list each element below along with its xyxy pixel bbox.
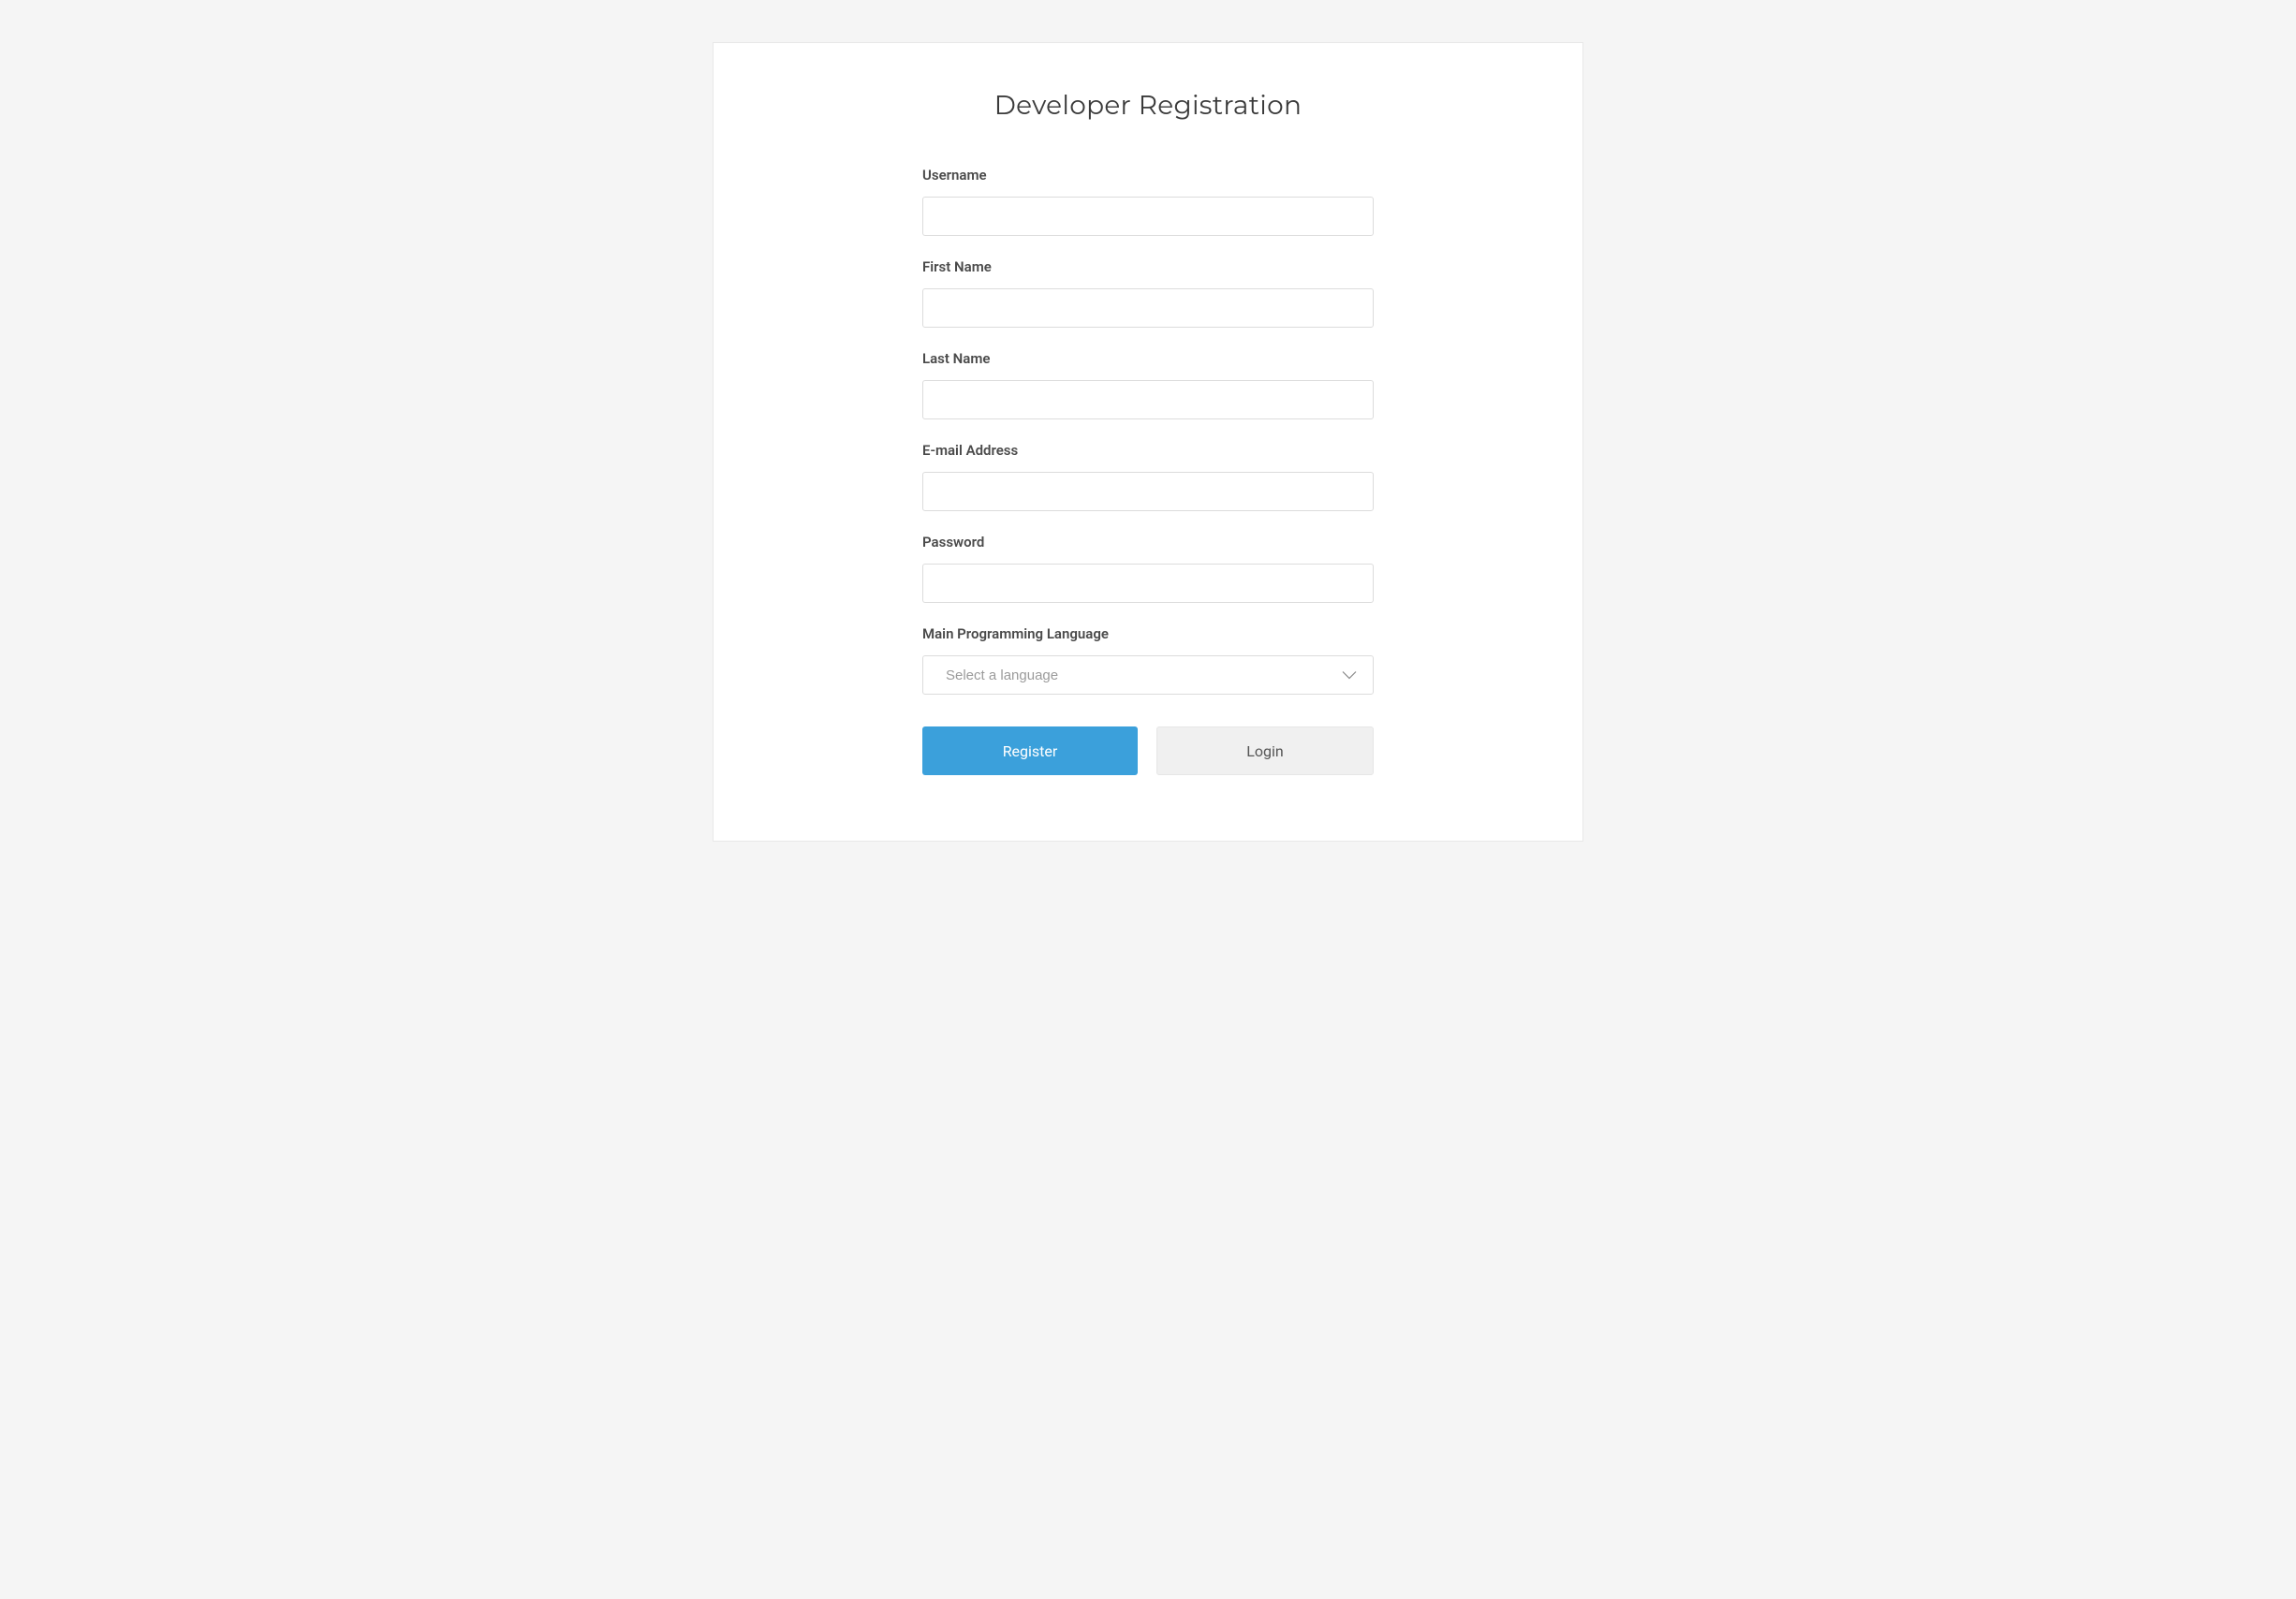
first-name-label: First Name [922, 258, 1374, 275]
password-label: Password [922, 534, 1374, 550]
password-group: Password [922, 534, 1374, 603]
language-select[interactable]: Select a language [922, 655, 1374, 695]
last-name-label: Last Name [922, 350, 1374, 367]
username-label: Username [922, 167, 1374, 183]
password-input[interactable] [922, 564, 1374, 603]
username-group: Username [922, 167, 1374, 236]
page-title: Developer Registration [714, 90, 1582, 122]
register-button[interactable]: Register [922, 726, 1138, 775]
registration-card: Developer Registration Username First Na… [713, 42, 1583, 842]
button-row: Register Login [922, 726, 1374, 775]
email-group: E-mail Address [922, 442, 1374, 511]
language-select-wrapper: Select a language [922, 655, 1374, 695]
language-label: Main Programming Language [922, 625, 1374, 642]
first-name-group: First Name [922, 258, 1374, 328]
login-button[interactable]: Login [1156, 726, 1374, 775]
last-name-input[interactable] [922, 380, 1374, 419]
email-input[interactable] [922, 472, 1374, 511]
registration-form: Username First Name Last Name E-mail Add… [922, 167, 1374, 775]
email-label: E-mail Address [922, 442, 1374, 459]
last-name-group: Last Name [922, 350, 1374, 419]
first-name-input[interactable] [922, 288, 1374, 328]
language-group: Main Programming Language Select a langu… [922, 625, 1374, 695]
username-input[interactable] [922, 197, 1374, 236]
